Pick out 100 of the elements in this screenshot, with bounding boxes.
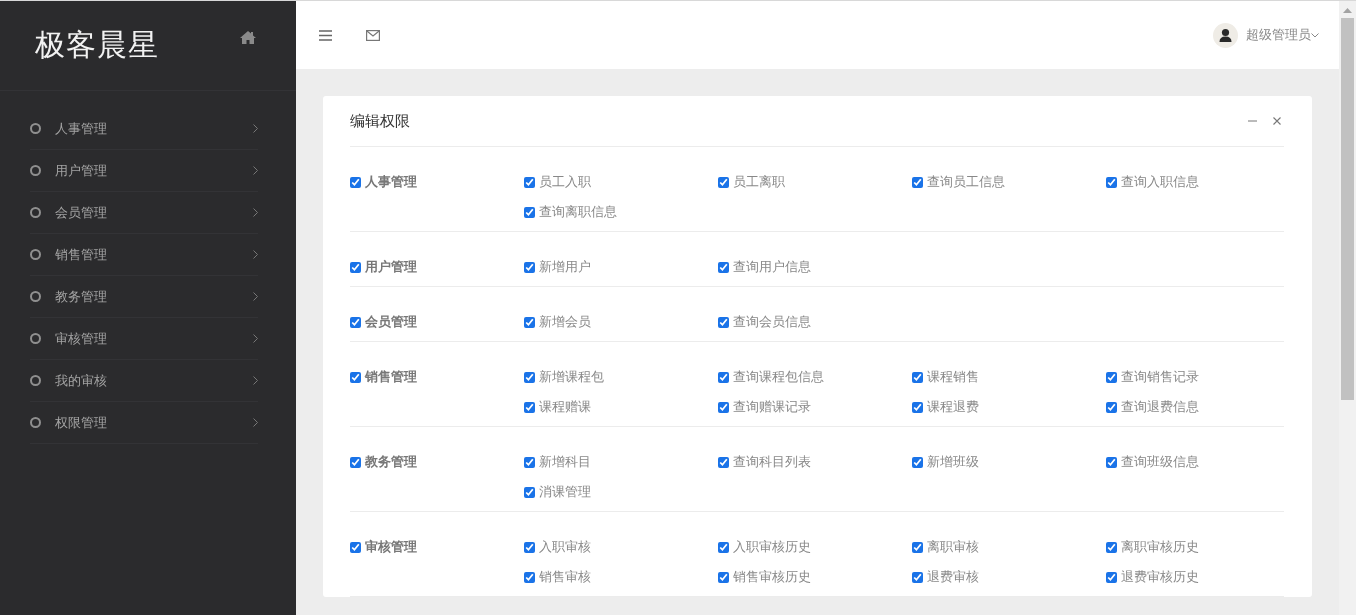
checkbox[interactable] bbox=[718, 541, 729, 553]
permission-label: 查询班级信息 bbox=[1121, 453, 1199, 471]
home-icon[interactable] bbox=[240, 31, 256, 44]
permission-label: 查询会员信息 bbox=[733, 313, 811, 331]
checkbox[interactable] bbox=[718, 371, 729, 383]
circle-icon bbox=[30, 123, 41, 134]
permission-label: 查询用户信息 bbox=[733, 258, 811, 276]
sidebar-item[interactable]: 人事管理 bbox=[30, 108, 258, 150]
sidebar-item[interactable]: 我的审核 bbox=[30, 360, 258, 402]
permission-label: 查询销售记录 bbox=[1121, 368, 1199, 386]
group-label: 用户管理 bbox=[365, 258, 417, 276]
envelope-icon[interactable] bbox=[366, 29, 380, 41]
group-label: 教务管理 bbox=[365, 453, 417, 471]
checkbox[interactable] bbox=[524, 371, 535, 383]
checkbox[interactable] bbox=[350, 541, 361, 553]
sidebar-item[interactable]: 销售管理 bbox=[30, 234, 258, 276]
checkbox[interactable] bbox=[524, 261, 535, 273]
checkbox[interactable] bbox=[912, 456, 923, 468]
checkbox[interactable] bbox=[524, 401, 535, 413]
checkbox[interactable] bbox=[912, 176, 923, 188]
permission-label: 新增会员 bbox=[539, 313, 591, 331]
checkbox[interactable] bbox=[524, 486, 535, 498]
checkbox[interactable] bbox=[524, 176, 535, 188]
sidebar-item[interactable]: 教务管理 bbox=[30, 276, 258, 318]
card-title: 编辑权限 bbox=[350, 111, 411, 131]
checkbox[interactable] bbox=[912, 401, 923, 413]
checkbox[interactable] bbox=[350, 371, 361, 383]
checkbox[interactable] bbox=[350, 176, 361, 188]
permission-label: 查询课程包信息 bbox=[733, 368, 824, 386]
checkbox[interactable] bbox=[350, 261, 361, 273]
checkbox[interactable] bbox=[1106, 176, 1117, 188]
permission-label: 销售审核历史 bbox=[733, 568, 811, 586]
checkbox[interactable] bbox=[718, 456, 729, 468]
checkbox[interactable] bbox=[718, 176, 729, 188]
checkbox[interactable] bbox=[912, 371, 923, 383]
sidebar-item[interactable]: 权限管理 bbox=[30, 402, 258, 444]
permission-label: 离职审核 bbox=[927, 538, 979, 556]
checkbox[interactable] bbox=[1106, 541, 1117, 553]
avatar-icon bbox=[1213, 22, 1238, 48]
permission-label: 查询员工信息 bbox=[927, 173, 1005, 191]
chevron-right-icon bbox=[253, 124, 258, 133]
chevron-right-icon bbox=[253, 376, 258, 385]
checkbox[interactable] bbox=[350, 456, 361, 468]
chevron-right-icon bbox=[253, 334, 258, 343]
scrollbar[interactable] bbox=[1339, 1, 1356, 615]
permission-label: 新增课程包 bbox=[539, 368, 604, 386]
permission-label: 课程销售 bbox=[927, 368, 979, 386]
checkbox[interactable] bbox=[1106, 456, 1117, 468]
chevron-right-icon bbox=[253, 208, 258, 217]
checkbox[interactable] bbox=[718, 316, 729, 328]
sidebar-item-label: 用户管理 bbox=[55, 161, 108, 180]
checkbox[interactable] bbox=[718, 401, 729, 413]
checkbox[interactable] bbox=[524, 456, 535, 468]
circle-icon bbox=[30, 333, 41, 344]
sidebar-item-label: 权限管理 bbox=[55, 413, 108, 432]
circle-icon bbox=[30, 291, 41, 302]
permission-label: 销售审核 bbox=[539, 568, 591, 586]
circle-icon bbox=[30, 417, 41, 428]
user-menu[interactable]: 超级管理员 bbox=[1213, 22, 1319, 48]
sidebar-item[interactable]: 审核管理 bbox=[30, 318, 258, 360]
checkbox[interactable] bbox=[1106, 571, 1117, 583]
permission-label: 入职审核历史 bbox=[733, 538, 811, 556]
checkbox[interactable] bbox=[350, 316, 361, 328]
permission-label: 新增班级 bbox=[927, 453, 979, 471]
sidebar-item-label: 销售管理 bbox=[55, 245, 108, 264]
checkbox[interactable] bbox=[718, 571, 729, 583]
checkbox[interactable] bbox=[718, 261, 729, 273]
user-name: 超级管理员 bbox=[1246, 26, 1311, 44]
sidebar-item-label: 会员管理 bbox=[55, 203, 108, 222]
permission-label: 员工入职 bbox=[539, 173, 591, 191]
permission-label: 退费审核历史 bbox=[1121, 568, 1199, 586]
checkbox[interactable] bbox=[524, 541, 535, 553]
sidebar-item-label: 教务管理 bbox=[55, 287, 108, 306]
checkbox[interactable] bbox=[1106, 401, 1117, 413]
sidebar-item[interactable]: 用户管理 bbox=[30, 150, 258, 192]
logo[interactable]: 极客晨星 bbox=[35, 27, 159, 63]
checkbox[interactable] bbox=[912, 571, 923, 583]
checkbox[interactable] bbox=[524, 571, 535, 583]
permission-label: 查询退费信息 bbox=[1121, 398, 1199, 416]
chevron-right-icon bbox=[253, 166, 258, 175]
permission-label: 退费审核 bbox=[927, 568, 979, 586]
permission-label: 消课管理 bbox=[539, 483, 591, 501]
chevron-right-icon bbox=[253, 292, 258, 301]
permission-label: 查询入职信息 bbox=[1121, 173, 1199, 191]
chevron-right-icon bbox=[253, 418, 258, 427]
menu-icon[interactable] bbox=[319, 29, 332, 41]
checkbox[interactable] bbox=[524, 316, 535, 328]
permission-label: 查询科目列表 bbox=[733, 453, 811, 471]
sidebar-item[interactable]: 会员管理 bbox=[30, 192, 258, 234]
checkbox[interactable] bbox=[912, 541, 923, 553]
circle-icon bbox=[30, 249, 41, 260]
circle-icon bbox=[30, 375, 41, 386]
sidebar-item-label: 人事管理 bbox=[55, 119, 108, 138]
checkbox[interactable] bbox=[1106, 371, 1117, 383]
group-label: 审核管理 bbox=[365, 538, 417, 556]
checkbox[interactable] bbox=[524, 206, 535, 218]
chevron-down-icon bbox=[1311, 32, 1319, 38]
sidebar-item-label: 我的审核 bbox=[55, 371, 108, 390]
circle-icon bbox=[30, 165, 41, 176]
permission-label: 员工离职 bbox=[733, 173, 785, 191]
